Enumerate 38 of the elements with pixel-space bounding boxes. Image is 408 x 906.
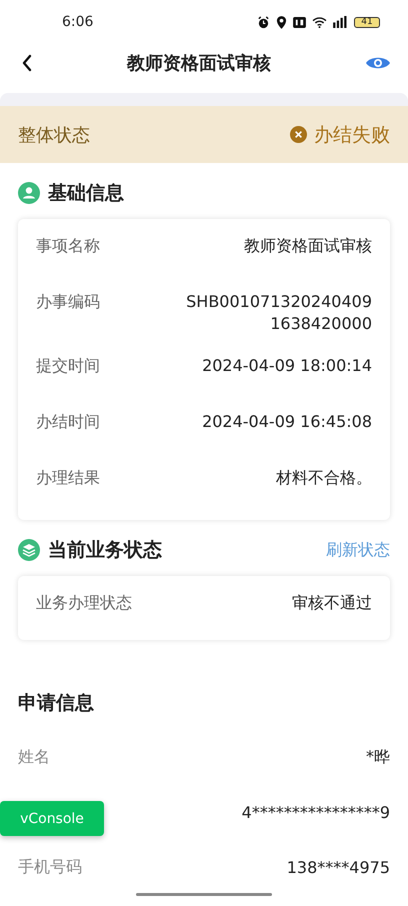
field-value: *晔 [366, 747, 390, 768]
status-value: 办结失败 [314, 122, 390, 148]
signal-icon [333, 16, 348, 28]
section-title: 申请信息 [17, 691, 95, 716]
eye-icon [366, 55, 390, 71]
field-label: 姓名 [18, 747, 50, 768]
field-value: SHB0010713202404091638420000 [185, 291, 372, 335]
person-icon [18, 182, 40, 204]
battery-icon: 41 [354, 16, 380, 28]
field-label: 事项名称 [36, 235, 100, 257]
clock-time: 6:06 [62, 14, 94, 30]
refresh-link[interactable]: 刷新状态 [326, 540, 390, 560]
field-label: 办理结果 [36, 467, 100, 489]
field-label: 办事编码 [36, 291, 100, 313]
alarm-clock-icon [257, 16, 270, 28]
page-title: 教师资格面试审核 [127, 52, 271, 75]
field-label: 业务办理状态 [36, 592, 132, 614]
close-circle-icon [290, 126, 307, 143]
section-title: 基础信息 [48, 181, 124, 206]
layers-icon [18, 539, 40, 561]
vconsole-button[interactable]: vConsole [0, 801, 104, 836]
field-value: 材料不合格。 [276, 467, 372, 489]
status-label: 整体状态 [18, 124, 90, 146]
field-label: 办结时间 [36, 411, 100, 433]
location-pin-icon [276, 16, 287, 28]
hd-icon [293, 16, 306, 28]
section-title: 当前业务状态 [48, 538, 162, 563]
field-label: 手机号码 [18, 857, 82, 878]
field-value: 138****4975 [286, 858, 390, 877]
field-value: 4****************9 [242, 803, 390, 822]
field-value: 审核不通过 [292, 592, 372, 614]
wifi-icon [312, 16, 327, 28]
field-value: 2024-04-09 18:00:14 [202, 355, 372, 377]
field-value: 教师资格面试审核 [244, 235, 372, 257]
back-button[interactable] [20, 52, 34, 74]
back-icon [22, 54, 32, 72]
field-label: 提交时间 [36, 355, 100, 377]
field-value: 2024-04-09 16:45:08 [202, 411, 372, 433]
